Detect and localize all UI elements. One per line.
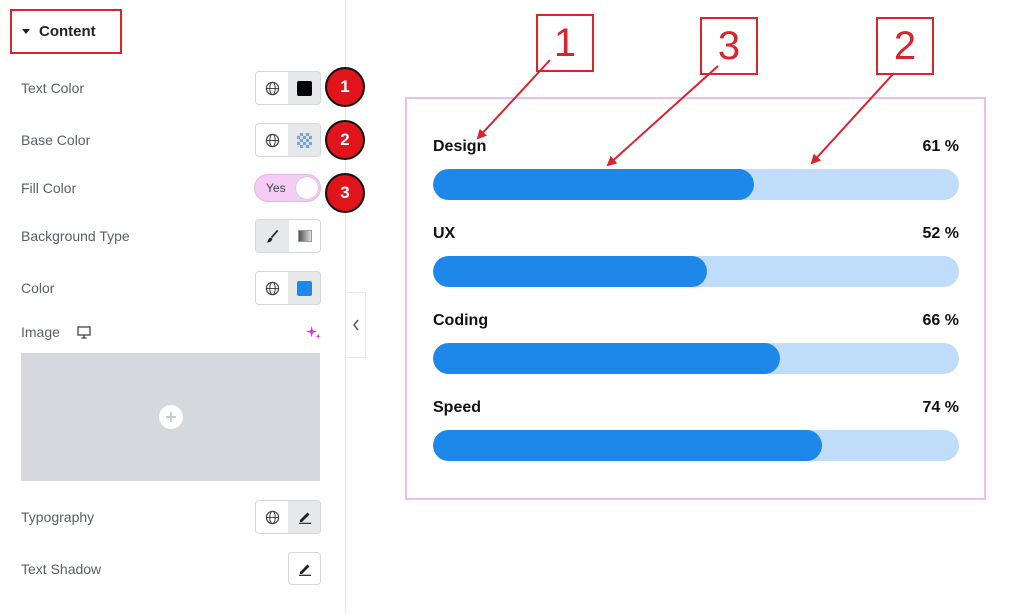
globe-icon — [265, 510, 279, 524]
progress-bar-design: Design 61 % — [433, 138, 959, 200]
edit-text-shadow-button[interactable] — [288, 552, 321, 585]
typography-label: Typography — [21, 509, 95, 525]
progress-bar-track — [433, 169, 959, 200]
base-color-swatch — [297, 132, 312, 148]
gradient-icon — [297, 230, 312, 242]
progress-bar-label: Design — [433, 138, 487, 155]
color-control — [255, 271, 321, 305]
typography-row: Typography — [21, 500, 321, 534]
plus-icon — [158, 405, 183, 429]
fill-color-row: Fill Color Yes — [21, 171, 321, 205]
background-type-control — [255, 219, 321, 253]
annotation-badge-1: 1 — [325, 67, 365, 107]
progress-bar-coding: Coding 66 % — [433, 312, 959, 374]
text-color-picker[interactable] — [288, 72, 320, 104]
pencil-icon — [298, 564, 311, 576]
callout-box-1: 1 — [536, 14, 594, 72]
progress-bar-label: Coding — [433, 312, 489, 329]
global-color-button[interactable] — [256, 72, 288, 104]
ai-sparkle-icon[interactable] — [306, 325, 321, 340]
text-color-row: Text Color — [21, 71, 321, 105]
annotation-badge-2: 2 — [325, 120, 365, 160]
pencil-icon — [298, 512, 311, 524]
progress-bar-track — [433, 256, 959, 287]
edit-typography-button[interactable] — [288, 501, 320, 533]
callout-box-3: 3 — [700, 17, 758, 75]
progress-bar-speed: Speed 74 % — [433, 399, 959, 461]
section-title: Content — [39, 23, 96, 40]
progress-bar-fill — [433, 343, 781, 374]
base-color-row: Base Color — [21, 123, 321, 157]
global-color-button[interactable] — [256, 124, 288, 156]
image-label: Image — [21, 324, 60, 340]
typography-control — [255, 500, 321, 534]
progress-bar-fill — [433, 430, 823, 461]
color-swatch — [297, 280, 312, 296]
text-color-label: Text Color — [21, 80, 85, 96]
background-type-row: Background Type — [21, 219, 321, 253]
background-type-label: Background Type — [21, 228, 130, 244]
monitor-icon[interactable] — [77, 325, 91, 339]
toggle-knob — [296, 177, 318, 199]
image-upload-area[interactable] — [21, 353, 320, 481]
base-color-picker[interactable] — [288, 124, 320, 156]
toggle-label: Yes — [266, 181, 286, 195]
base-color-label: Base Color — [21, 132, 91, 148]
background-gradient-button[interactable] — [288, 220, 320, 252]
chevron-left-icon — [352, 319, 359, 331]
progress-bar-fill — [433, 169, 754, 200]
content-section-header[interactable]: Content — [10, 9, 122, 54]
color-label: Color — [21, 280, 55, 296]
progress-bar-percent: 66 % — [922, 312, 959, 329]
globe-icon — [265, 81, 279, 95]
background-classic-button[interactable] — [256, 220, 288, 252]
color-row: Color — [21, 271, 321, 305]
progress-bar-track — [433, 343, 959, 374]
callout-box-2: 2 — [876, 17, 934, 75]
editor-panel: Content Text Color Base Color Fill Color — [0, 0, 365, 614]
progress-bar-ux: UX 52 % — [433, 225, 959, 287]
color-picker[interactable] — [288, 272, 320, 304]
fill-color-label: Fill Color — [21, 180, 77, 196]
fill-color-toggle[interactable]: Yes — [254, 174, 321, 202]
global-color-button[interactable] — [256, 272, 288, 304]
text-color-control — [255, 71, 321, 105]
global-typography-button[interactable] — [256, 501, 288, 533]
progress-bar-fill — [433, 256, 707, 287]
progress-bar-track — [433, 430, 959, 461]
text-color-swatch — [297, 80, 312, 96]
globe-icon — [265, 133, 279, 147]
progress-bar-percent: 74 % — [922, 399, 959, 416]
progress-bars-widget: Design 61 % UX 52 % Coding 66 % Speed 74… — [405, 97, 986, 500]
brush-icon — [265, 229, 278, 242]
image-row: Image — [21, 315, 321, 349]
progress-bar-percent: 52 % — [922, 225, 959, 242]
text-shadow-row: Text Shadow — [21, 552, 321, 586]
panel-collapse-handle[interactable] — [346, 292, 366, 358]
annotation-badge-3: 3 — [325, 173, 365, 213]
progress-bar-label: UX — [433, 225, 456, 242]
progress-bar-label: Speed — [433, 399, 482, 416]
text-shadow-label: Text Shadow — [21, 561, 102, 577]
base-color-control — [255, 123, 321, 157]
caret-down-icon — [22, 29, 30, 34]
progress-bar-percent: 61 % — [922, 138, 959, 155]
globe-icon — [265, 281, 279, 295]
